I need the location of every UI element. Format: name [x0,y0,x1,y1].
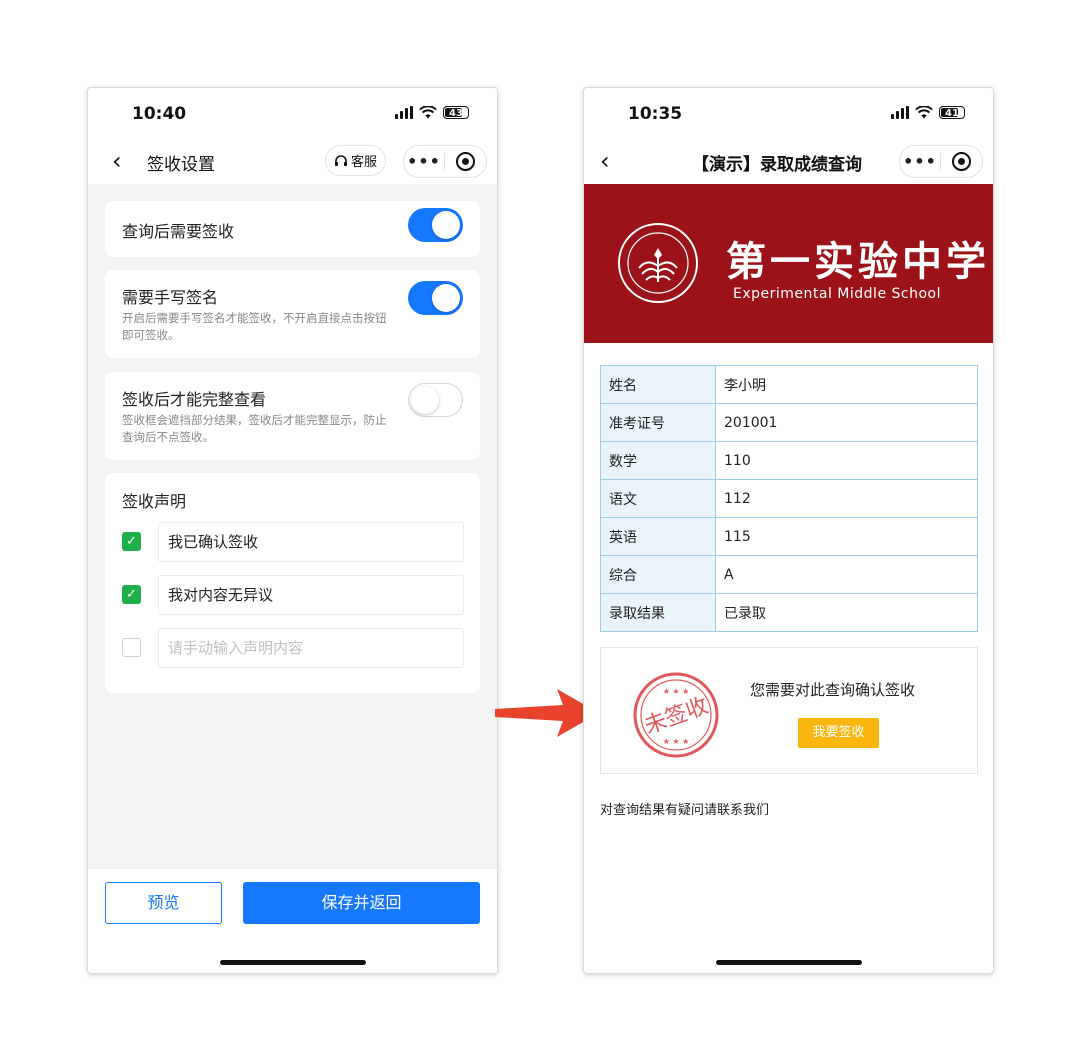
table-row: 数学 110 [600,441,978,480]
declaration-input-placeholder[interactable]: 请手动输入声明内容 [158,628,464,668]
table-row: 英语 115 [600,517,978,556]
setting-title: 查询后需要签收 [122,222,235,241]
status-bar: 10:35 41 [584,88,993,138]
setting-title: 需要手写签名 [122,288,219,307]
preview-button[interactable]: 预览 [105,882,222,924]
school-emblem-icon [618,223,698,303]
declaration-item: ✓ 我对内容无异议 [122,575,467,615]
page-title: 【演示】录取成绩查询 [692,155,862,175]
wifi-icon [419,106,437,119]
row-label: 数学 [600,441,716,480]
school-name-cn: 第一实验中学 [726,238,990,285]
wifi-icon [915,106,933,119]
declaration-item: ✓ 我已确认签收 [122,522,467,562]
more-dots-icon[interactable]: ••• [404,152,444,171]
row-value: 201001 [715,403,978,442]
full-view-after-sign-toggle[interactable] [408,383,463,417]
home-indicator [715,960,862,965]
school-banner: 第一实验中学 Experimental Middle School [584,184,993,343]
declaration-input[interactable]: 我已确认签收 [158,522,464,562]
table-row: 语文 112 [600,479,978,518]
battery-icon: 41 [939,106,965,119]
status-time: 10:40 [132,104,187,124]
svg-text:★ ★ ★: ★ ★ ★ [663,737,690,746]
battery-icon: 43 [443,106,469,119]
headset-icon [334,154,347,166]
stamp-text: 未签收 [641,693,712,739]
home-indicator [219,960,366,965]
contact-text: 对查询结果有疑问请联系我们 [600,803,770,818]
row-label: 语文 [600,479,716,518]
declaration-checkbox[interactable] [122,638,141,657]
row-label: 英语 [600,517,716,556]
table-row: 录取结果 已录取 [600,593,978,632]
mini-program-capsule: ••• [899,145,983,178]
table-row: 准考证号 201001 [600,403,978,442]
row-label: 综合 [600,555,716,594]
row-value: A [715,555,978,594]
chevron-left-icon[interactable]: ‹ [600,147,610,175]
setting-card-handwritten: 需要手写签名 开启后需要手写签名才能签收，不开启直接点击按钮即可签收。 [105,270,480,358]
declaration-input[interactable]: 我对内容无异议 [158,575,464,615]
close-capsule-button[interactable] [445,152,486,171]
declaration-card: 签收声明 ✓ 我已确认签收 ✓ 我对内容无异议 请手动输入声明内容 [105,473,480,693]
setting-card-sign-required: 查询后需要签收 [105,201,480,257]
row-value: 已录取 [715,593,978,632]
status-time: 10:35 [628,104,683,124]
row-value: 115 [715,517,978,556]
status-bar: 10:40 43 [88,88,497,138]
declaration-checkbox[interactable]: ✓ [122,585,141,604]
row-value: 110 [715,441,978,480]
bottom-action-bar: 预览 保存并返回 [88,869,497,973]
sign-required-toggle[interactable] [408,208,463,242]
row-label: 准考证号 [600,403,716,442]
sign-prompt-box: 未签收 ★ ★ ★ ★ ★ ★ 您需要对此查询确认签收 我要签收 [600,647,978,774]
school-name-en: Experimental Middle School [733,286,941,302]
setting-title: 签收后才能完整查看 [122,390,267,409]
row-label: 姓名 [600,365,716,404]
close-capsule-button[interactable] [941,152,982,171]
signal-icon [891,106,909,119]
setting-description: 开启后需要手写签名才能签收，不开启直接点击按钮即可签收。 [122,311,387,342]
target-circle-icon [456,152,475,171]
result-table: 姓名 李小明 准考证号 201001 数学 110 语文 112 英语 115 综合 A 录… [600,365,978,632]
chevron-left-icon[interactable]: ‹ [112,147,122,175]
save-and-return-button[interactable]: 保存并返回 [243,882,480,924]
mini-program-capsule: ••• [403,145,487,178]
customer-service-label: 客服 [350,155,377,170]
handwritten-signature-toggle[interactable] [408,281,463,315]
nav-bar: ‹ 【演示】录取成绩查询 ••• [584,138,993,184]
setting-card-full-view: 签收后才能完整查看 签收框会遮挡部分结果，签收后才能完整显示，防止查询后不点签收… [105,372,480,460]
more-dots-icon[interactable]: ••• [900,152,940,171]
row-value: 李小明 [715,365,978,404]
declaration-checkbox[interactable]: ✓ [122,532,141,551]
declaration-title: 签收声明 [122,492,187,511]
page-title: 签收设置 [147,155,215,175]
target-circle-icon [952,152,971,171]
table-row: 姓名 李小明 [600,365,978,404]
svg-text:★ ★ ★: ★ ★ ★ [663,687,690,696]
declaration-item: 请手动输入声明内容 [122,628,467,668]
table-row: 综合 A [600,555,978,594]
sign-button[interactable]: 我要签收 [798,718,879,748]
unsigned-stamp-icon: 未签收 ★ ★ ★ ★ ★ ★ [633,672,719,758]
result-phone-screen: 10:35 41 ‹ 【演示】录取成绩查询 ••• 第一实验中学 Experim… [583,87,994,974]
settings-phone-screen: 10:40 43 ‹ 签收设置 客服 ••• 查询后需要签收 需要手写签名 开启… [87,87,498,974]
sign-prompt-text: 您需要对此查询确认签收 [750,681,916,699]
signal-icon [395,106,413,119]
row-label: 录取结果 [600,593,716,632]
setting-description: 签收框会遮挡部分结果，签收后才能完整显示，防止查询后不点签收。 [122,413,387,444]
nav-bar: ‹ 签收设置 客服 ••• [88,138,497,184]
customer-service-button[interactable]: 客服 [325,145,386,176]
row-value: 112 [715,479,978,518]
